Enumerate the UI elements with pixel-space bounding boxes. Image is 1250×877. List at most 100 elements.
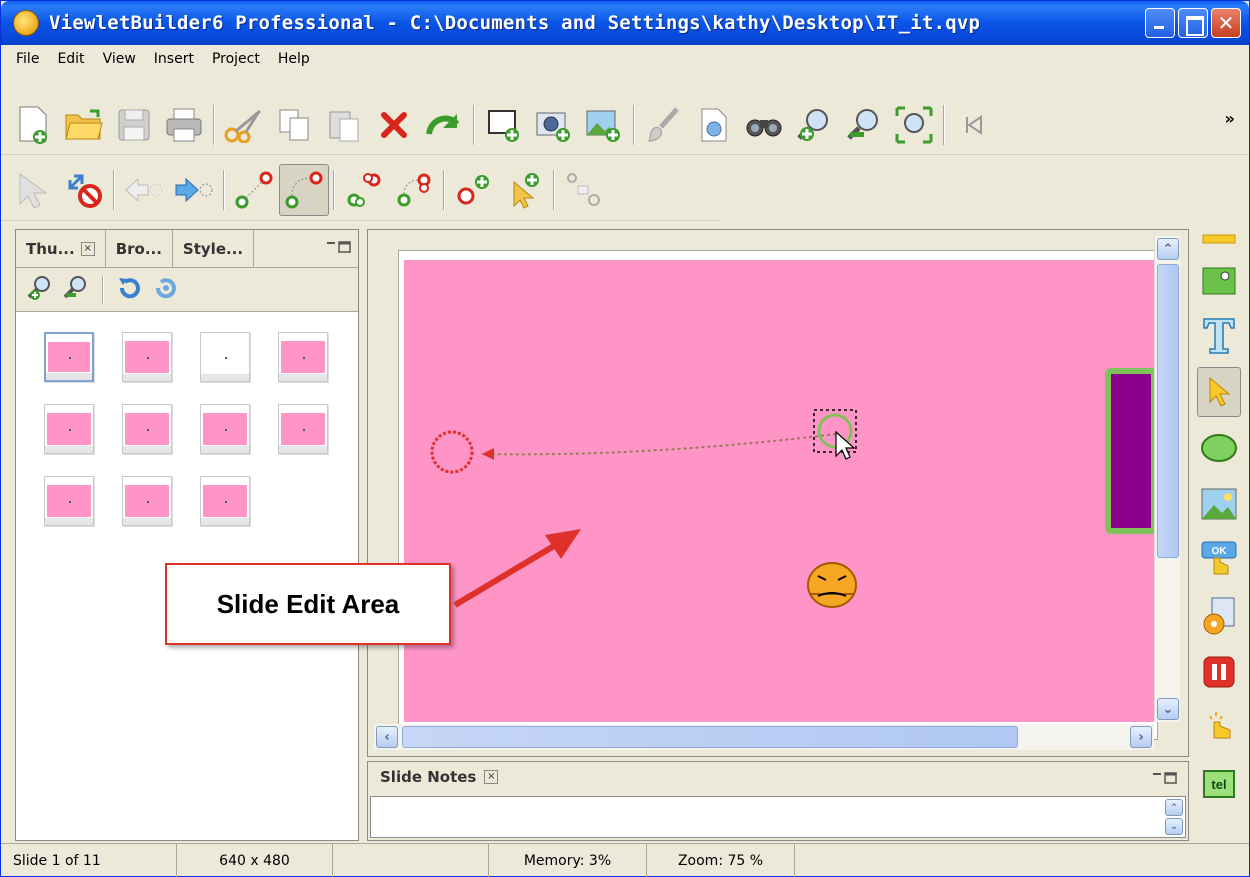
cut-button[interactable]: [219, 99, 269, 151]
slide-thumbnail[interactable]: [200, 476, 250, 526]
close-button[interactable]: ✕: [1211, 8, 1241, 38]
no-pointer-button[interactable]: [59, 164, 109, 216]
delete-button[interactable]: [369, 99, 419, 151]
thumbnail-header: [46, 334, 92, 342]
rotate-right-icon[interactable]: [152, 274, 180, 306]
save-icon: [118, 109, 150, 140]
minimize-icon: [1146, 9, 1174, 37]
move-back-button[interactable]: [119, 164, 169, 216]
insert-text-button[interactable]: [1197, 311, 1241, 361]
maximize-button[interactable]: [1178, 8, 1208, 38]
path-straight-button[interactable]: [229, 164, 279, 216]
horizontal-scrollbar[interactable]: ‹ ›: [374, 724, 1154, 750]
slide-notes-input[interactable]: ⌃ ⌄: [370, 796, 1186, 838]
scroll-up-button[interactable]: ⌃: [1157, 238, 1179, 260]
menu-edit[interactable]: Edit: [48, 49, 93, 69]
zoom-out-button[interactable]: [839, 99, 889, 151]
tab-close-icon[interactable]: ×: [80, 241, 95, 256]
slide-thumbnail[interactable]: [122, 476, 172, 526]
new-project-button[interactable]: [9, 99, 59, 151]
thumbnail-dot: [225, 357, 227, 359]
insert-tel-button[interactable]: tel: [1197, 759, 1241, 809]
rotate-left-icon[interactable]: [116, 274, 144, 306]
scroll-right-button[interactable]: ›: [1130, 726, 1152, 748]
menu-project[interactable]: Project: [203, 49, 269, 69]
menu-insert[interactable]: Insert: [145, 49, 203, 69]
thumbnail-preview: [47, 413, 91, 445]
copy-button[interactable]: [269, 99, 319, 151]
print-button[interactable]: [159, 99, 209, 151]
notes-scroll-down-button[interactable]: ⌄: [1165, 818, 1183, 835]
tab-thumbnails[interactable]: Thu... ×: [16, 230, 106, 267]
slide-thumbnail[interactable]: [122, 332, 172, 382]
slide-thumbnail[interactable]: [44, 332, 94, 382]
slide-canvas[interactable]: [404, 260, 1156, 722]
minimize-button[interactable]: [1145, 8, 1175, 38]
tab-close-icon[interactable]: ×: [484, 770, 499, 784]
zoom-fit-button[interactable]: [889, 99, 939, 151]
preview-button[interactable]: [739, 99, 789, 151]
thumbnail-footer: [45, 446, 93, 453]
menu-view[interactable]: View: [94, 49, 145, 69]
slide-thumbnail[interactable]: [44, 476, 94, 526]
slide-edit-area[interactable]: ⌃ ⌄ ‹ ›: [367, 229, 1189, 757]
format-brush-button[interactable]: [639, 99, 689, 151]
insert-click-button[interactable]: [1197, 703, 1241, 753]
zoom-in-button[interactable]: [789, 99, 839, 151]
pointer-settings-button[interactable]: [559, 164, 609, 216]
vertical-scroll-thumb[interactable]: [1157, 264, 1179, 558]
select-pointer-button[interactable]: [9, 164, 59, 216]
insert-highlight-button[interactable]: [1197, 255, 1241, 305]
tab-styles[interactable]: Style...: [173, 230, 255, 267]
insert-media-button[interactable]: [1197, 591, 1241, 641]
title-bar[interactable]: ViewletBuilder6 Professional - C:\Docume…: [1, 1, 1249, 45]
scroll-down-button[interactable]: ⌄: [1157, 698, 1179, 720]
slide-thumbnail[interactable]: [278, 332, 328, 382]
save-button[interactable]: [109, 99, 159, 151]
notes-scroll-up-button[interactable]: ⌃: [1165, 799, 1183, 816]
path-multi-button[interactable]: [339, 164, 389, 216]
add-slide-button[interactable]: [479, 99, 529, 151]
insert-callout-button[interactable]: [1197, 229, 1241, 249]
slide-notes-label: Slide Notes: [380, 768, 477, 786]
thumb-zoom-in-icon[interactable]: [26, 274, 54, 306]
slide-thumbnail[interactable]: [200, 404, 250, 454]
insert-pointer-button[interactable]: [1197, 367, 1241, 417]
add-pointer-button[interactable]: [449, 164, 499, 216]
tab-slide-notes[interactable]: Slide Notes ×: [368, 762, 1188, 792]
paste-button[interactable]: [319, 99, 369, 151]
open-project-button[interactable]: [59, 99, 109, 151]
insert-button-button[interactable]: OK: [1197, 535, 1241, 585]
move-forward-button[interactable]: [169, 164, 219, 216]
panel-minmax-icon[interactable]: [1152, 770, 1178, 789]
vertical-scrollbar[interactable]: ⌃ ⌄: [1154, 236, 1180, 722]
add-image-slide-button[interactable]: [579, 99, 629, 151]
add-cursor-icon: [513, 172, 539, 209]
tab-browse[interactable]: Bro...: [106, 230, 173, 267]
slide-thumbnail[interactable]: [122, 404, 172, 454]
panel-minmax-icon[interactable]: [326, 240, 352, 258]
menu-help[interactable]: Help: [269, 49, 319, 69]
add-screenshot-button[interactable]: [529, 99, 579, 151]
insert-shape-button[interactable]: [1197, 423, 1241, 473]
menu-file[interactable]: File: [7, 49, 48, 69]
slide-thumbnail[interactable]: [44, 404, 94, 454]
scroll-left-button[interactable]: ‹: [376, 726, 398, 748]
horizontal-scroll-thumb[interactable]: [402, 726, 1018, 748]
menu-bar: File Edit View Insert Project Help: [1, 45, 1249, 73]
add-click-button[interactable]: [499, 164, 549, 216]
pointer-nodes-icon: [567, 172, 600, 206]
undo-button[interactable]: [419, 99, 469, 151]
window-title: ViewletBuilder6 Professional - C:\Docume…: [49, 12, 981, 34]
publish-button[interactable]: [689, 99, 739, 151]
window-controls: ✕: [1145, 8, 1241, 38]
toolbar-overflow-button[interactable]: »: [1225, 109, 1235, 128]
slide-thumbnail[interactable]: [200, 332, 250, 382]
insert-pause-button[interactable]: [1197, 647, 1241, 697]
first-slide-button[interactable]: [949, 99, 999, 151]
path-multi-curved-button[interactable]: [389, 164, 439, 216]
thumb-zoom-out-icon[interactable]: [62, 274, 90, 306]
insert-image-button[interactable]: [1197, 479, 1241, 529]
path-curved-button[interactable]: [279, 163, 329, 216]
slide-thumbnail[interactable]: [278, 404, 328, 454]
